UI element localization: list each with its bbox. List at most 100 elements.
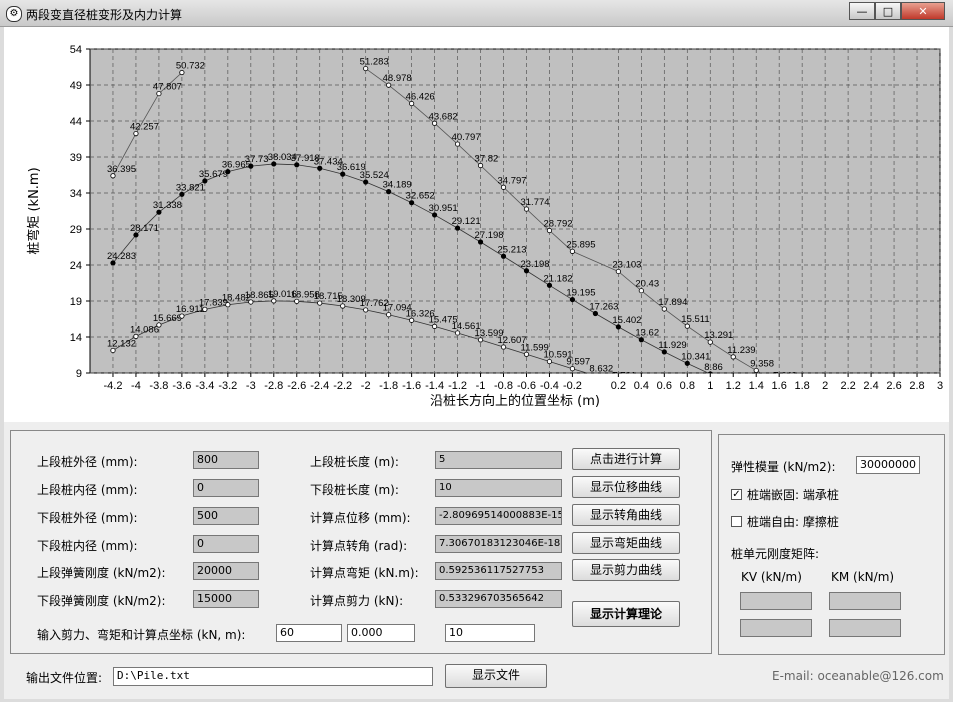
kv-value-2[interactable] <box>740 619 812 637</box>
x-tick-label: -2.2 <box>333 380 352 392</box>
action-button[interactable]: 显示转角曲线 <box>572 504 680 526</box>
x-tick-label: 2 <box>822 380 828 392</box>
x-tick-label: 2.6 <box>886 380 901 392</box>
param-input[interactable]: 0 <box>193 535 259 553</box>
output-file-label: 输出文件位置: <box>26 671 103 685</box>
app-window: ⚙ 两段变直径桩变形及内力计算 — □ ✕ -4.2 -4 -3.8 -3.6 -3.4… <box>0 0 953 702</box>
shear-input[interactable]: 60 <box>276 624 342 642</box>
minimize-button[interactable]: — <box>849 2 875 20</box>
data-label: 32.652 <box>406 191 435 202</box>
x-tick-label: -1.4 <box>425 380 444 392</box>
data-label: 31.338 <box>153 200 182 211</box>
data-label: 20.43 <box>635 279 659 290</box>
logo-icon: ⚙ <box>6 6 22 22</box>
data-label: 31.774 <box>520 197 549 208</box>
result-label: 计算点弯矩 (kN.m): <box>310 566 419 580</box>
kv-label: KV (kN/m) <box>741 570 802 584</box>
data-label: 28.171 <box>130 223 159 234</box>
param-label: 上段桩内径 (mm): <box>37 483 138 497</box>
data-label: 27.198 <box>475 230 504 241</box>
data-label: 8.632 <box>589 364 613 375</box>
free-end-checkbox[interactable] <box>731 516 742 527</box>
x-tick-label: -2 <box>361 380 371 392</box>
x-tick-label: 2.4 <box>863 380 878 392</box>
data-label: 11.929 <box>658 340 686 351</box>
result-input[interactable]: 5 <box>435 451 562 469</box>
data-label: 15.402 <box>612 315 641 326</box>
x-tick-label: 2.8 <box>909 380 924 392</box>
y-tick-label: 19 <box>70 296 82 308</box>
fixed-end-label: 桩端嵌固: 端承桩 <box>747 488 839 502</box>
result-input[interactable]: 7.30670183123046E-18 <box>435 535 562 553</box>
fixed-end-checkbox[interactable]: ✓ <box>731 489 742 500</box>
modulus-input[interactable]: 30000000 <box>856 456 920 474</box>
km-value-2[interactable] <box>829 619 901 637</box>
data-label: 34.797 <box>498 175 527 186</box>
y-tick-label: 29 <box>70 224 82 236</box>
y-tick-label: 24 <box>70 260 82 272</box>
param-input[interactable]: 800 <box>193 451 259 469</box>
result-label: 计算点转角 (rad): <box>310 539 408 553</box>
x-tick-label: -1.2 <box>448 380 467 392</box>
x-tick-label: 1.4 <box>749 380 764 392</box>
data-label: 21.182 <box>543 273 572 284</box>
email-text: E-mail: oceanable@126.com <box>772 669 944 683</box>
x-tick-label: 0.8 <box>680 380 695 392</box>
close-button[interactable]: ✕ <box>901 2 945 20</box>
param-input[interactable]: 500 <box>193 507 259 525</box>
data-label: 19.195 <box>566 288 595 299</box>
moment-input[interactable]: 0.000 <box>347 624 415 642</box>
result-input[interactable]: 10 <box>435 479 562 497</box>
coord-input[interactable]: 10 <box>445 624 535 642</box>
x-tick-label: 1.8 <box>795 380 810 392</box>
matrix-label: 桩单元刚度矩阵: <box>731 547 820 561</box>
y-axis-label: 桩弯矩 (kN.m) <box>26 167 42 254</box>
x-tick-label: 0.6 <box>657 380 672 392</box>
result-input[interactable]: 0.592536117527753 <box>435 562 562 580</box>
x-tick-label: -0.4 <box>540 380 559 392</box>
data-label: 14.086 <box>130 324 159 335</box>
x-tick-label: -2.8 <box>264 380 283 392</box>
data-label: 34.189 <box>383 180 412 191</box>
maximize-button[interactable]: □ <box>875 2 901 20</box>
x-tick-label: -0.6 <box>517 380 536 392</box>
x-tick-label: -3 <box>246 380 256 392</box>
kv-value-1[interactable] <box>740 592 812 610</box>
param-label: 下段桩内径 (mm): <box>37 539 138 553</box>
data-label: 48.978 <box>383 73 412 84</box>
data-label: 8.86 <box>704 362 723 373</box>
data-label: 23.198 <box>520 259 549 270</box>
data-label: 17.263 <box>589 302 618 313</box>
output-file-input[interactable]: D:\Pile.txt <box>113 667 433 686</box>
x-tick-label: -1 <box>476 380 486 392</box>
y-tick-label: 49 <box>70 80 82 92</box>
result-input[interactable]: 0.533296703565642 <box>435 590 562 608</box>
action-button[interactable]: 显示弯矩曲线 <box>572 532 680 554</box>
action-button[interactable]: 显示剪力曲线 <box>572 559 680 581</box>
client-area: -4.2 -4 -3.8 -3.6 -3.4 -3.2 -3 -2.8 -2.6 -2.4 -2.2… <box>4 27 949 699</box>
result-label: 计算点剪力 (kN): <box>310 594 404 608</box>
x-tick-label: -1.8 <box>379 380 398 392</box>
action-button[interactable]: 显示位移曲线 <box>572 476 680 498</box>
show-file-button[interactable]: 显示文件 <box>445 664 547 688</box>
data-label: 36.395 <box>107 164 136 175</box>
param-label: 下段桩外径 (mm): <box>37 511 138 525</box>
data-label: 47.807 <box>153 82 182 93</box>
data-label: 37.82 <box>475 153 499 164</box>
param-input[interactable]: 0 <box>193 479 259 497</box>
x-tick-label: 2.2 <box>840 380 855 392</box>
data-label: 10.341 <box>681 351 710 362</box>
param-input[interactable]: 20000 <box>193 562 259 580</box>
param-label: 上段桩外径 (mm): <box>37 455 138 469</box>
action-button[interactable]: 点击进行计算 <box>572 448 680 470</box>
y-tick-label: 9 <box>76 368 82 380</box>
window-title: 两段变直径桩变形及内力计算 <box>26 8 183 22</box>
result-label: 下段桩长度 (m): <box>310 483 399 497</box>
y-tick-label: 44 <box>70 116 82 128</box>
km-value-1[interactable] <box>829 592 901 610</box>
result-input[interactable]: -2.80969514000883E-15 <box>435 507 562 525</box>
param-input[interactable]: 15000 <box>193 590 259 608</box>
show-theory-button[interactable]: 显示计算理论 <box>572 601 680 627</box>
data-label: 50.732 <box>176 61 205 72</box>
data-label: 15.511 <box>681 314 709 325</box>
